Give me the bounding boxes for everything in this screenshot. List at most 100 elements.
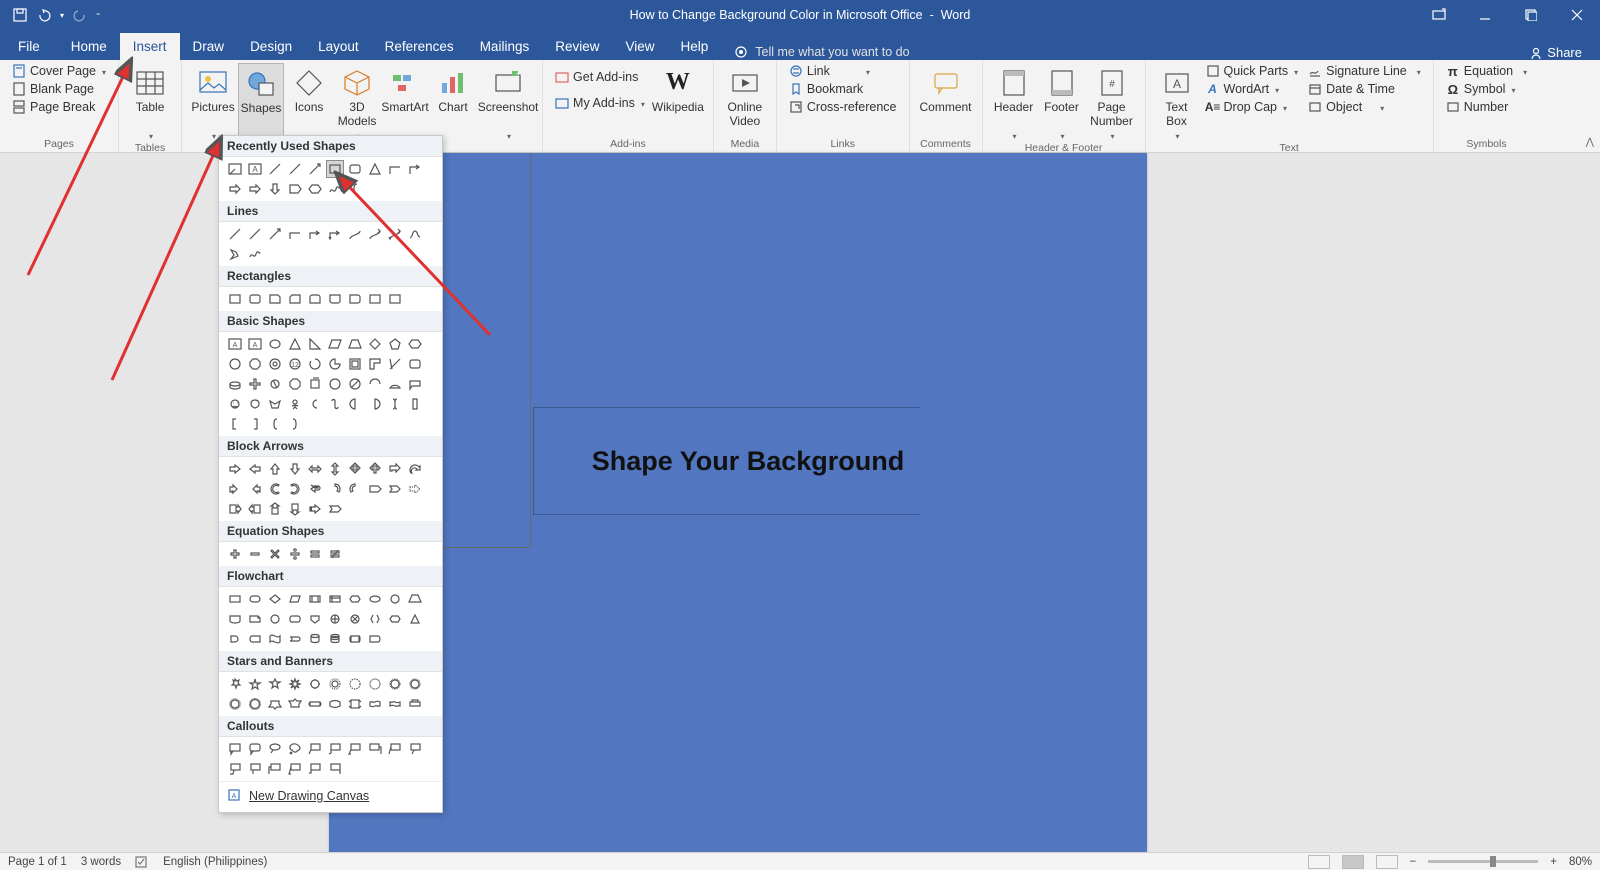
basic-b3[interactable] — [306, 355, 324, 373]
shape-block-arrow-d[interactable] — [266, 180, 284, 198]
line-4[interactable] — [286, 225, 304, 243]
ribbon-collapse-icon[interactable]: ⋀ — [1586, 137, 1594, 148]
basic-oct[interactable] — [246, 355, 264, 373]
co-12[interactable] — [246, 760, 264, 778]
fc-b1[interactable] — [266, 610, 284, 628]
object-button[interactable]: Object — [1304, 99, 1425, 115]
bookmark-button[interactable]: Bookmark — [785, 81, 901, 97]
basic-oval[interactable] — [266, 335, 284, 353]
basic-b12[interactable] — [286, 375, 304, 393]
table-button[interactable]: Table — [127, 63, 173, 142]
shapes-button[interactable]: Shapes — [238, 63, 284, 144]
tab-review[interactable]: Review — [542, 33, 612, 60]
basic-b8[interactable] — [406, 355, 424, 373]
fc-5[interactable] — [306, 590, 324, 608]
fc-8[interactable] — [366, 590, 384, 608]
shape-rectangle[interactable] — [326, 160, 344, 178]
shape-line2[interactable] — [286, 160, 304, 178]
basic-c10[interactable] — [286, 395, 304, 413]
basic-b11[interactable] — [266, 375, 284, 393]
tab-design[interactable]: Design — [237, 33, 305, 60]
basic-b4[interactable] — [326, 355, 344, 373]
shape-textbox[interactable] — [226, 160, 244, 178]
basic-1[interactable]: A — [226, 335, 244, 353]
fc-2[interactable] — [246, 590, 264, 608]
basic-d7[interactable] — [266, 415, 284, 433]
ba-c7[interactable] — [386, 480, 404, 498]
star-3[interactable] — [266, 675, 284, 693]
ba-c9[interactable] — [226, 500, 244, 518]
maximize-icon[interactable] — [1508, 0, 1554, 30]
shape-block-arrow-r2[interactable] — [246, 180, 264, 198]
zoom-level[interactable]: 80% — [1569, 856, 1592, 868]
basic-c1[interactable] — [306, 375, 324, 393]
fc-b5[interactable] — [346, 610, 364, 628]
rect-1[interactable] — [226, 290, 244, 308]
ba-quad[interactable] — [346, 460, 364, 478]
equation-button[interactable]: πEquation — [1442, 63, 1531, 79]
basic-2[interactable]: A — [246, 335, 264, 353]
redo-icon[interactable] — [72, 7, 88, 23]
basic-b5[interactable] — [346, 355, 364, 373]
drop-cap-button[interactable]: A≡Drop Cap — [1202, 99, 1303, 115]
fc-b11[interactable] — [266, 630, 284, 648]
line-8[interactable] — [366, 225, 384, 243]
co-1[interactable] — [226, 740, 244, 758]
ba-c8[interactable] — [406, 480, 424, 498]
comment-button[interactable]: Comment — [918, 63, 974, 115]
basic-dia[interactable] — [366, 335, 384, 353]
basic-d6[interactable] — [246, 415, 264, 433]
tab-help[interactable]: Help — [668, 33, 722, 60]
ban-5[interactable] — [346, 695, 364, 713]
tab-draw[interactable]: Draw — [180, 33, 238, 60]
ba-c11[interactable] — [266, 500, 284, 518]
fc-11[interactable] — [226, 610, 244, 628]
shape-block-arrow-r[interactable] — [226, 180, 244, 198]
basic-c2[interactable] — [326, 375, 344, 393]
eq-minus[interactable] — [246, 545, 264, 563]
ba-c12[interactable] — [286, 500, 304, 518]
fc-b2[interactable] — [286, 610, 304, 628]
status-proofing-icon[interactable] — [135, 856, 149, 868]
fc-10[interactable] — [406, 590, 424, 608]
eq-eq[interactable] — [306, 545, 324, 563]
shape-hexagon[interactable] — [306, 180, 324, 198]
pictures-button[interactable]: Pictures — [190, 63, 236, 142]
3d-models-button[interactable]: 3D Models — [334, 63, 380, 142]
link-button[interactable]: Link — [785, 63, 901, 79]
rect-4[interactable] — [286, 290, 304, 308]
rect-2[interactable] — [246, 290, 264, 308]
star-8[interactable] — [366, 675, 384, 693]
fc-9[interactable] — [386, 590, 404, 608]
star-6[interactable] — [326, 675, 344, 693]
pentagon-arrow-shape[interactable]: Shape Your Background — [533, 407, 963, 515]
fc-3[interactable] — [266, 590, 284, 608]
ribbon-display-options-icon[interactable] — [1416, 0, 1462, 30]
basic-hept[interactable] — [226, 355, 244, 373]
ba-r[interactable] — [226, 460, 244, 478]
blank-page-button[interactable]: Blank Page — [8, 81, 110, 97]
ba-12[interactable] — [246, 480, 264, 498]
rect-7[interactable] — [346, 290, 364, 308]
basic-c3[interactable] — [346, 375, 364, 393]
zoom-slider[interactable] — [1428, 860, 1538, 863]
shape-brace-l[interactable] — [346, 180, 364, 198]
tab-layout[interactable]: Layout — [305, 33, 372, 60]
icons-button[interactable]: Icons — [286, 63, 332, 115]
fc-12[interactable] — [246, 610, 264, 628]
status-words[interactable]: 3 words — [81, 856, 121, 868]
undo-dropdown-icon[interactable]: ▾ — [60, 11, 64, 20]
line-3[interactable] — [266, 225, 284, 243]
ba-ud[interactable] — [326, 460, 344, 478]
basic-d2[interactable] — [366, 395, 384, 413]
fc-c4[interactable] — [366, 630, 384, 648]
fc-c2[interactable] — [326, 630, 344, 648]
tell-me-search[interactable]: Tell me what you want to do — [733, 44, 909, 60]
basic-d5[interactable] — [226, 415, 244, 433]
co-9[interactable] — [386, 740, 404, 758]
ban-4[interactable] — [326, 695, 344, 713]
star-7[interactable] — [346, 675, 364, 693]
ba-u[interactable] — [266, 460, 284, 478]
star-5[interactable] — [306, 675, 324, 693]
shape-text[interactable]: A — [246, 160, 264, 178]
